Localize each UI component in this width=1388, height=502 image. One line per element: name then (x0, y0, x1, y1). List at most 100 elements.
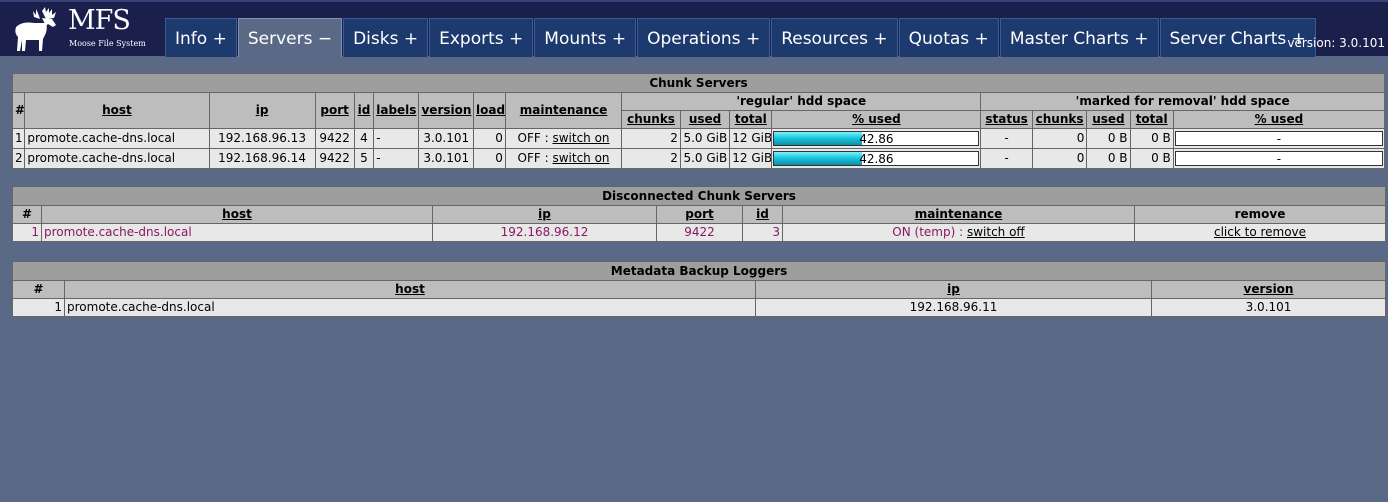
row-m-used: 0 B (1086, 148, 1131, 169)
mfs-logo[interactable]: MFS Moose File System (12, 5, 162, 55)
version-label: version: 3.0.101 (1287, 36, 1385, 50)
usage-bar: 42.86 (773, 131, 980, 146)
col-version[interactable]: version (1150, 280, 1387, 299)
col-chunks[interactable]: chunks (621, 110, 681, 129)
row-id: 3 (742, 223, 783, 242)
row-host: promote.cache-dns.local (64, 298, 756, 317)
row-host: promote.cache-dns.local (24, 148, 210, 169)
row-host: promote.cache-dns.local (24, 128, 210, 149)
col-ip[interactable]: ip (208, 92, 316, 129)
col-port[interactable]: port (314, 92, 355, 129)
row-ip: 192.168.96.12 (432, 223, 657, 242)
col-m-status[interactable]: status (980, 110, 1033, 129)
row-total: 12 GiB (729, 148, 773, 169)
row-m-pct-used: - (1172, 148, 1386, 169)
tab-quotas[interactable]: Quotas + (898, 18, 999, 57)
row-labels: - (373, 148, 420, 169)
metadata-loggers-table: Metadata Backup Loggers # host ip versio… (11, 261, 1387, 317)
col-port[interactable]: port (656, 205, 743, 224)
row-m-chunks: 0 (1031, 128, 1088, 149)
group-marked-hdd: 'marked for removal' hdd space (980, 92, 1385, 111)
row-version: 3.0.101 (418, 128, 475, 149)
table-title: Chunk Servers (12, 73, 1385, 93)
row-m-pct-used: - (1172, 128, 1386, 149)
table-title: Metadata Backup Loggers (11, 261, 1387, 281)
switch-off-link[interactable]: switch off (967, 225, 1025, 239)
removal-usage-text: - (1276, 132, 1282, 146)
col-m-pct-used[interactable]: % used (1172, 110, 1386, 129)
maintenance-state: OFF : (517, 131, 553, 145)
col-version[interactable]: version (418, 92, 475, 129)
tab-operations[interactable]: Operations + (637, 18, 771, 57)
row-num: 1 (11, 128, 26, 149)
removal-usage-bar: - (1174, 151, 1383, 166)
row-m-status: - (980, 148, 1033, 169)
col-host[interactable]: host (64, 280, 756, 299)
col-num: # (11, 92, 26, 129)
col-num: # (12, 205, 42, 224)
col-used[interactable]: used (679, 110, 731, 129)
col-ip[interactable]: ip (432, 205, 657, 224)
row-m-chunks: 0 (1031, 148, 1088, 169)
row-load: 0 (473, 128, 506, 149)
usage-bar-text: 42.86 (859, 152, 894, 166)
row-version: 3.0.101 (418, 148, 475, 169)
group-regular-hdd: 'regular' hdd space (621, 92, 982, 111)
row-ip: 192.168.96.13 (208, 128, 316, 149)
maintenance-state: ON (temp) : (892, 225, 967, 239)
logo-title: MFS (68, 5, 131, 36)
col-pct-used[interactable]: % used (771, 110, 982, 129)
row-id: 4 (353, 128, 375, 149)
row-ip: 192.168.96.11 (755, 298, 1152, 317)
row-total: 12 GiB (729, 128, 773, 149)
col-total[interactable]: total (729, 110, 773, 129)
row-maintenance: ON (temp) : switch off (782, 223, 1135, 242)
row-used: 5.0 GiB (679, 148, 731, 169)
row-num: 2 (11, 148, 26, 169)
row-remove: click to remove (1133, 223, 1387, 242)
col-id[interactable]: id (742, 205, 783, 224)
col-load[interactable]: load (473, 92, 506, 129)
row-num: 1 (12, 298, 65, 317)
col-host[interactable]: host (24, 92, 210, 129)
chunk-servers-table: Chunk Servers # host ip port id labels v… (11, 73, 1386, 169)
row-m-total: 0 B (1129, 128, 1174, 149)
tab-info[interactable]: Info + (165, 18, 237, 57)
col-m-used[interactable]: used (1086, 110, 1131, 129)
row-maintenance: OFF : switch on (504, 128, 623, 149)
row-chunks: 2 (621, 128, 681, 149)
row-m-total: 0 B (1129, 148, 1174, 169)
row-port: 9422 (314, 128, 355, 149)
tab-master-charts[interactable]: Master Charts + (999, 18, 1159, 57)
row-labels: - (373, 128, 420, 149)
col-num: # (12, 280, 65, 299)
tab-disks[interactable]: Disks + (343, 18, 429, 57)
table-row: 1 promote.cache-dns.local 192.168.96.11 … (12, 298, 1387, 317)
col-id[interactable]: id (353, 92, 375, 129)
row-host: promote.cache-dns.local (41, 223, 433, 242)
row-port: 9422 (314, 148, 355, 169)
disconnected-servers-table: Disconnected Chunk Servers # host ip por… (11, 186, 1387, 242)
col-labels[interactable]: labels (373, 92, 420, 129)
moose-icon (15, 7, 56, 51)
usage-bar-text: 42.86 (859, 132, 894, 146)
tab-resources[interactable]: Resources + (771, 18, 898, 57)
col-m-total[interactable]: total (1129, 110, 1174, 129)
table-row: 2 promote.cache-dns.local 192.168.96.14 … (11, 148, 1386, 169)
col-maintenance[interactable]: maintenance (782, 205, 1135, 224)
col-ip[interactable]: ip (755, 280, 1152, 299)
switch-on-link[interactable]: switch on (552, 151, 609, 165)
row-id: 5 (353, 148, 375, 169)
tab-servers[interactable]: Servers − (237, 18, 343, 57)
col-host[interactable]: host (41, 205, 433, 224)
row-port: 9422 (656, 223, 743, 242)
col-maintenance[interactable]: maintenance (504, 92, 623, 129)
tab-exports[interactable]: Exports + (429, 18, 534, 57)
tab-mounts[interactable]: Mounts + (534, 18, 637, 57)
table-title: Disconnected Chunk Servers (11, 186, 1387, 206)
click-to-remove-link[interactable]: click to remove (1214, 225, 1306, 239)
switch-on-link[interactable]: switch on (552, 131, 609, 145)
row-maintenance: OFF : switch on (504, 148, 623, 169)
top-header: MFS Moose File System Info + Servers − D… (0, 0, 1388, 57)
col-m-chunks[interactable]: chunks (1031, 110, 1088, 129)
